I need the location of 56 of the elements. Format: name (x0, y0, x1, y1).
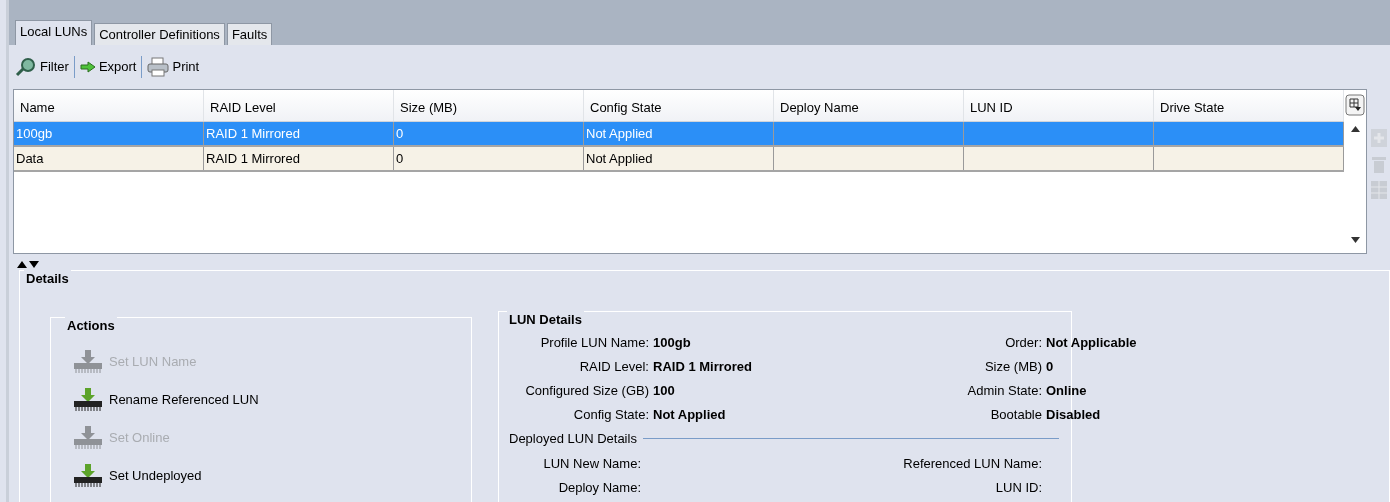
tab[interactable]: Local LUNs (15, 20, 93, 45)
field-value: 100 (653, 383, 675, 398)
table-cell: RAID 1 Mirrored (206, 126, 300, 141)
printer-icon (147, 57, 170, 77)
column-chooser-icon[interactable] (1345, 94, 1365, 116)
tab[interactable]: Controller Definitions (94, 23, 225, 45)
chip-download-icon (73, 426, 103, 450)
column-header[interactable]: Config State (584, 90, 774, 121)
field-label: LUN New Name: (543, 455, 641, 471)
field-value: Not Applicable (1046, 335, 1137, 350)
column-header[interactable]: Drive State (1154, 90, 1344, 121)
chip-download-icon (73, 350, 103, 374)
table-cell: Not Applied (586, 126, 653, 141)
field-label: Admin State: (967, 383, 1042, 398)
field-value: Not Applied (653, 407, 726, 422)
column-header[interactable]: RAID Level (204, 90, 394, 121)
action-link[interactable]: Set Undeployed (65, 457, 471, 495)
deployed-lun-details-heading: Deployed LUN Details (509, 430, 637, 448)
tab[interactable]: Faults (226, 23, 273, 45)
field-label: Bootable (990, 407, 1042, 422)
field-label: Configured Size (GB) (525, 383, 649, 398)
toolbar-button[interactable]: Print (145, 57, 202, 77)
column-header[interactable]: Name (14, 90, 204, 121)
column-header[interactable]: Size (MB) (394, 90, 584, 121)
table-cell: RAID 1 Mirrored (206, 151, 300, 166)
action-link[interactable]: Rename Referenced LUN (65, 381, 471, 419)
field-value: Online (1046, 383, 1087, 398)
arrow-icon (79, 61, 96, 73)
field-label: Order: (1005, 335, 1042, 350)
table-cell: Data (16, 151, 44, 166)
table-cell: 0 (396, 126, 404, 141)
scroll-down-icon[interactable] (1350, 237, 1360, 243)
field-label: Config State: (573, 407, 649, 422)
field-label: RAID Level: (579, 359, 649, 374)
field-value: 0 (1046, 359, 1054, 374)
magnifier-icon (15, 57, 37, 77)
field-value: Disabled (1046, 407, 1101, 422)
field-value: 100gb (653, 335, 691, 350)
table-cell: 100gb (16, 126, 53, 141)
field-label: Profile LUN Name: (540, 335, 649, 350)
field-label: Referenced LUN Name: (903, 455, 1042, 471)
table-cell: Not Applied (586, 151, 653, 166)
field-label: Deploy Name: (558, 479, 641, 495)
chip-download-icon (73, 464, 103, 488)
column-header[interactable]: Deploy Name (774, 90, 964, 121)
field-label: LUN ID: (995, 479, 1042, 495)
field-value: RAID 1 Mirrored (653, 359, 752, 374)
chip-download-icon (73, 388, 103, 412)
field-label: Size (MB) (984, 359, 1042, 374)
splitter-arrows-icon[interactable] (17, 260, 39, 268)
scroll-up-icon[interactable] (1350, 126, 1360, 132)
column-header[interactable]: LUN ID (964, 90, 1154, 121)
toolbar-button[interactable]: Export (77, 57, 139, 77)
toolbar-button[interactable]: Filter (13, 57, 71, 77)
table-row[interactable]: Data RAID 1 Mirrored 0 Not Applied (14, 147, 1344, 172)
table-cell: 0 (396, 151, 404, 166)
